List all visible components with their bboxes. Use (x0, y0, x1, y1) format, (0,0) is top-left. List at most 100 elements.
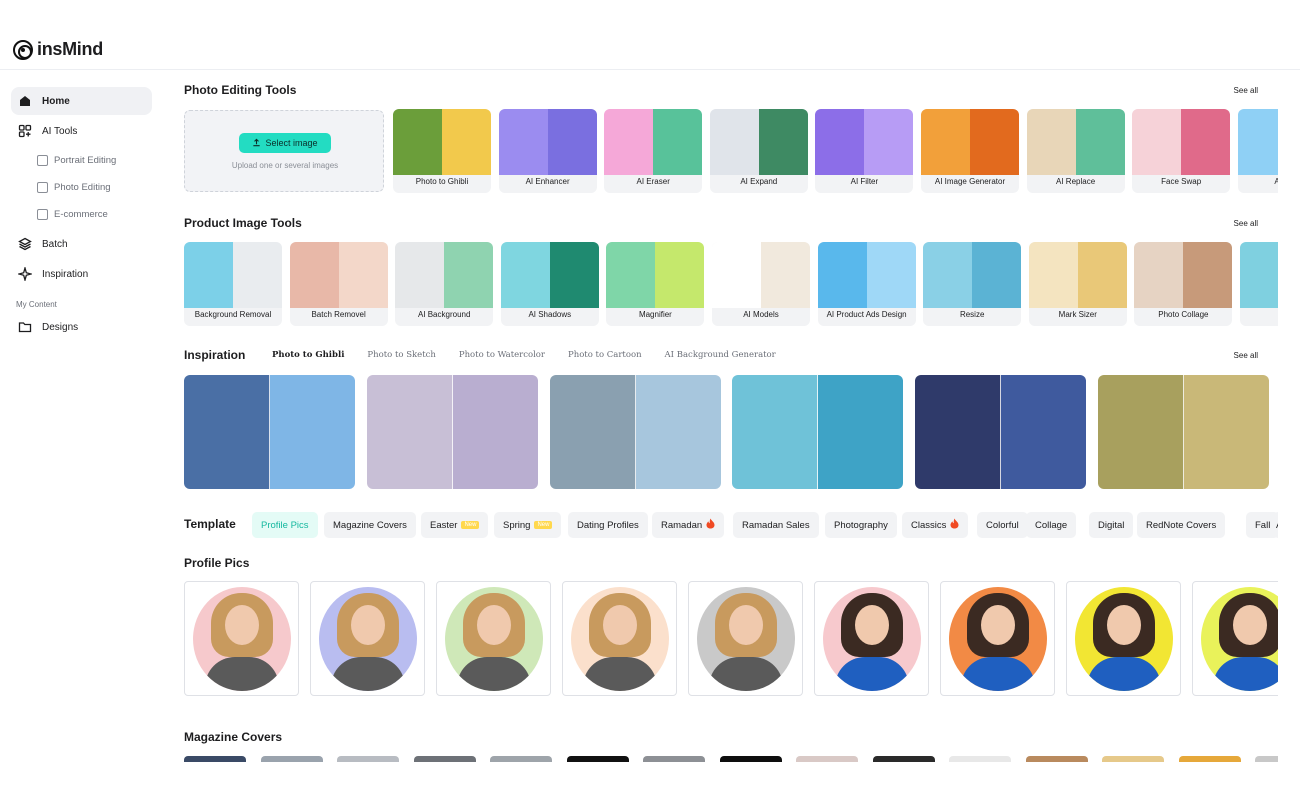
sidebar-item-ai-tools[interactable]: AI Tools (11, 117, 152, 145)
tool-tile-add-te[interactable]: Add Te (1237, 109, 1278, 193)
select-image-button[interactable]: Select image (239, 133, 331, 153)
template-chip-profile-pics[interactable]: Profile Pics (252, 512, 318, 538)
tool-tile-ai-models[interactable]: AI Models (712, 242, 810, 326)
template-chip-ramadan[interactable]: Ramadan (652, 512, 725, 538)
tab-photo-to-sketch[interactable]: Photo to Sketch (367, 350, 435, 360)
upload-dropzone[interactable]: Select image Upload one or several image… (184, 110, 384, 192)
tool-tile-ai-enhancer[interactable]: AI Enhancer (498, 109, 597, 193)
template-chip-colorful[interactable]: Colorful (977, 512, 1028, 538)
template-chip-dating-profiles[interactable]: Dating Profiles (568, 512, 648, 538)
tool-thumbnail (815, 109, 914, 175)
top-header: insMind (0, 0, 1300, 70)
magazine-cover-thumb[interactable] (337, 756, 399, 762)
profile-pic-card[interactable] (562, 581, 677, 696)
template-chip-magazine-covers[interactable]: Magazine Covers (324, 512, 416, 538)
tool-tile-photo-collage[interactable]: Photo Collage (1134, 242, 1233, 326)
profile-pic-card[interactable] (814, 581, 929, 696)
tool-tile-produ[interactable]: Produ (1240, 242, 1278, 326)
thumbnail-before (1237, 109, 1278, 175)
tool-tile-ai-background[interactable]: AI Background (395, 242, 494, 326)
magazine-cover-thumb[interactable] (490, 756, 552, 762)
magazine-cover-thumb[interactable] (413, 756, 476, 762)
photo-tools-see-all-link[interactable]: See all (1234, 86, 1258, 95)
profile-pic-card[interactable] (1192, 581, 1278, 696)
template-chip-spring[interactable]: Spring New (494, 512, 562, 538)
template-chip-ramadan-sales[interactable]: Ramadan Sales (733, 512, 819, 538)
template-chip-easter[interactable]: Easter New (421, 512, 489, 538)
template-chip-digital[interactable]: Digital (1089, 512, 1134, 538)
tab-photo-to-ghibli[interactable]: Photo to Ghibli (272, 350, 344, 360)
tab-photo-to-watercolor[interactable]: Photo to Watercolor (459, 350, 545, 360)
template-chip-rednote-covers[interactable]: RedNote Covers (1137, 512, 1226, 538)
tool-thumbnail (500, 242, 599, 308)
profile-pic-card[interactable] (310, 581, 425, 696)
tool-tile-ai-replace[interactable]: AI Replace (1026, 109, 1125, 193)
tool-tile-resize[interactable]: Resize (923, 242, 1022, 326)
tool-tile-ai-expand[interactable]: AI Expand (709, 109, 808, 193)
product-tools-see-all-link[interactable]: See all (1234, 219, 1258, 228)
avatar (445, 587, 543, 691)
thumbnail-after (1181, 109, 1231, 175)
tab-photo-to-cartoon[interactable]: Photo to Cartoon (568, 350, 642, 360)
magazine-cover-thumb[interactable] (566, 756, 629, 762)
inspiration-card-sunflower-still-life[interactable] (1098, 375, 1269, 489)
upload-icon (252, 138, 261, 149)
thumbnail-before (1132, 109, 1182, 175)
magazine-cover-thumb[interactable] (260, 756, 323, 762)
tab-ai-background-generator[interactable]: AI Background Generator (665, 350, 776, 360)
magazine-cover-thumb[interactable] (949, 756, 1011, 762)
magazine-cover-thumb[interactable] (1255, 756, 1278, 762)
magazine-cover-thumb[interactable] (184, 756, 246, 762)
profile-pic-card[interactable] (688, 581, 803, 696)
magazine-cover-thumb[interactable] (1178, 756, 1241, 762)
magazine-cover-thumb[interactable] (719, 756, 782, 762)
magazine-cover-thumb[interactable] (643, 756, 705, 762)
inspiration-card-dog-flowers[interactable] (366, 375, 538, 489)
tool-tile-ai-image-generator[interactable]: AI Image Generator (921, 109, 1019, 193)
chip-label: Dating Profiles (577, 519, 639, 531)
thumbnail-before (498, 109, 548, 175)
inspiration-card-friends-cafe[interactable] (915, 375, 1087, 489)
profile-pic-card[interactable] (436, 581, 551, 696)
sidebar-sub-e-commerce[interactable]: E-commerce (37, 204, 108, 224)
profile-pic-card[interactable] (1066, 581, 1181, 696)
tool-tile-ai-eraser[interactable]: AI Eraser (604, 109, 703, 193)
tool-tile-batch-removel[interactable]: Batch Removel (289, 242, 388, 326)
sidebar-item-batch[interactable]: Batch (11, 230, 152, 258)
profile-pic-card[interactable] (940, 581, 1055, 696)
sidebar-sub-portrait-editing[interactable]: Portrait Editing (37, 150, 116, 170)
profile-pic-card[interactable] (184, 581, 299, 696)
magazine-cover-thumb[interactable] (796, 756, 858, 762)
tool-tile-background-removal[interactable]: Background Removal (184, 242, 282, 326)
tool-tile-ai-filter[interactable]: AI Filter (815, 109, 914, 193)
tool-tile-photo-to-ghibli[interactable]: Photo to Ghibli (393, 109, 491, 193)
thumbnail-after (1075, 109, 1125, 175)
inspiration-card-vw-bus[interactable] (732, 375, 904, 489)
tool-tile-ai-shadows[interactable]: AI Shadows (500, 242, 599, 326)
tool-tile-magnifier[interactable]: Magnifier (606, 242, 705, 326)
avatar (697, 587, 795, 691)
inspiration-see-all-link[interactable]: See all (1234, 351, 1258, 360)
template-chip-classics[interactable]: Classics (902, 512, 969, 538)
sidebar-item-inspiration[interactable]: Inspiration (11, 260, 152, 288)
sidebar-item-home[interactable]: Home (11, 87, 152, 115)
sidebar-sub-photo-editing[interactable]: Photo Editing (37, 177, 111, 197)
tool-tile-label: Mark Sizer (1058, 310, 1097, 319)
inspiration-card-family-portrait[interactable] (549, 375, 721, 489)
magazine-cover-thumb[interactable] (1025, 756, 1088, 762)
tool-tile-face-swap[interactable]: Face Swap (1132, 109, 1231, 193)
tool-tile-ai-product-ads-design[interactable]: AI Product Ads Design (817, 242, 916, 326)
sidebar-item-designs[interactable]: Designs (11, 313, 152, 341)
tool-thumbnail (1134, 242, 1233, 308)
magazine-cover-thumb[interactable] (872, 756, 935, 762)
tool-tile-mark-sizer[interactable]: Mark Sizer (1028, 242, 1127, 326)
template-chip-collage[interactable]: Collage (1026, 512, 1077, 538)
brand-logo[interactable]: insMind (13, 39, 103, 60)
magazine-cover-thumb[interactable] (1102, 756, 1164, 762)
profile-pics-title: Profile Pics (184, 556, 250, 570)
inspiration-card-family-eiffel[interactable] (184, 375, 355, 489)
styled-photo (818, 375, 904, 489)
template-chip-a[interactable]: A (1273, 512, 1278, 538)
template-chip-photography[interactable]: Photography (825, 512, 897, 538)
tool-tile-label: AI Replace (1056, 177, 1096, 186)
